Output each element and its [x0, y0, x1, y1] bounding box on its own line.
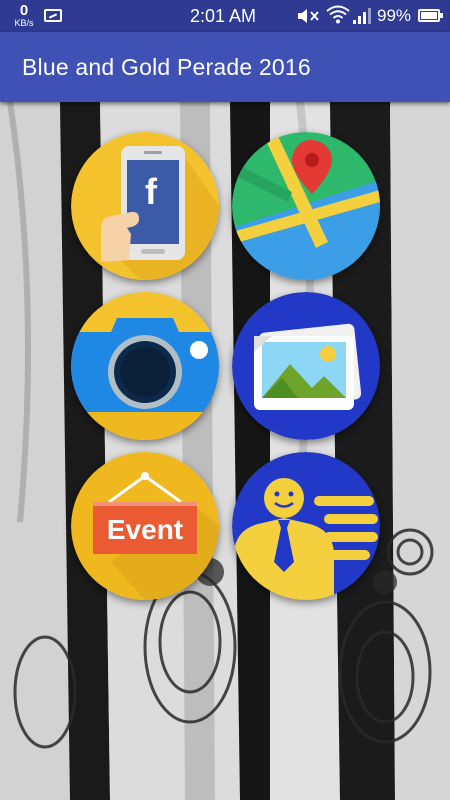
map-tile[interactable] — [232, 132, 380, 280]
event-label: Event — [107, 514, 183, 545]
camera-icon — [71, 292, 219, 440]
network-speed: 0 KB/s — [10, 3, 38, 28]
page-title: Blue and Gold Perade 2016 — [22, 53, 311, 80]
contact-tile[interactable] — [232, 452, 380, 600]
signal-icon — [353, 8, 371, 24]
camera-tile[interactable] — [71, 292, 219, 440]
gallery-icon — [232, 292, 380, 440]
flags-background-icon — [0, 102, 450, 800]
event-sign-icon: Event — [71, 452, 219, 600]
main-content: f Event — [0, 102, 450, 800]
map-pin-icon — [232, 132, 380, 280]
mute-icon — [298, 9, 319, 23]
battery-percentage: 99% — [377, 6, 412, 25]
contact-card-icon — [232, 452, 380, 600]
gallery-tile[interactable] — [232, 292, 380, 440]
wifi-icon — [326, 5, 350, 24]
facebook-tile[interactable]: f — [71, 132, 219, 280]
network-speed-unit: KB/s — [14, 18, 34, 28]
facebook-phone-icon: f — [71, 132, 219, 280]
usb-icon — [44, 9, 62, 22]
app-bar: Blue and Gold Perade 2016 — [0, 32, 450, 102]
clock: 2:01 AM — [190, 6, 257, 26]
svg-text:f: f — [145, 171, 158, 212]
battery-icon — [418, 9, 443, 22]
event-tile[interactable]: Event — [71, 452, 219, 600]
status-bar: 0 KB/s 2:01 AM 99% — [0, 0, 450, 32]
network-speed-value: 0 — [19, 2, 29, 19]
